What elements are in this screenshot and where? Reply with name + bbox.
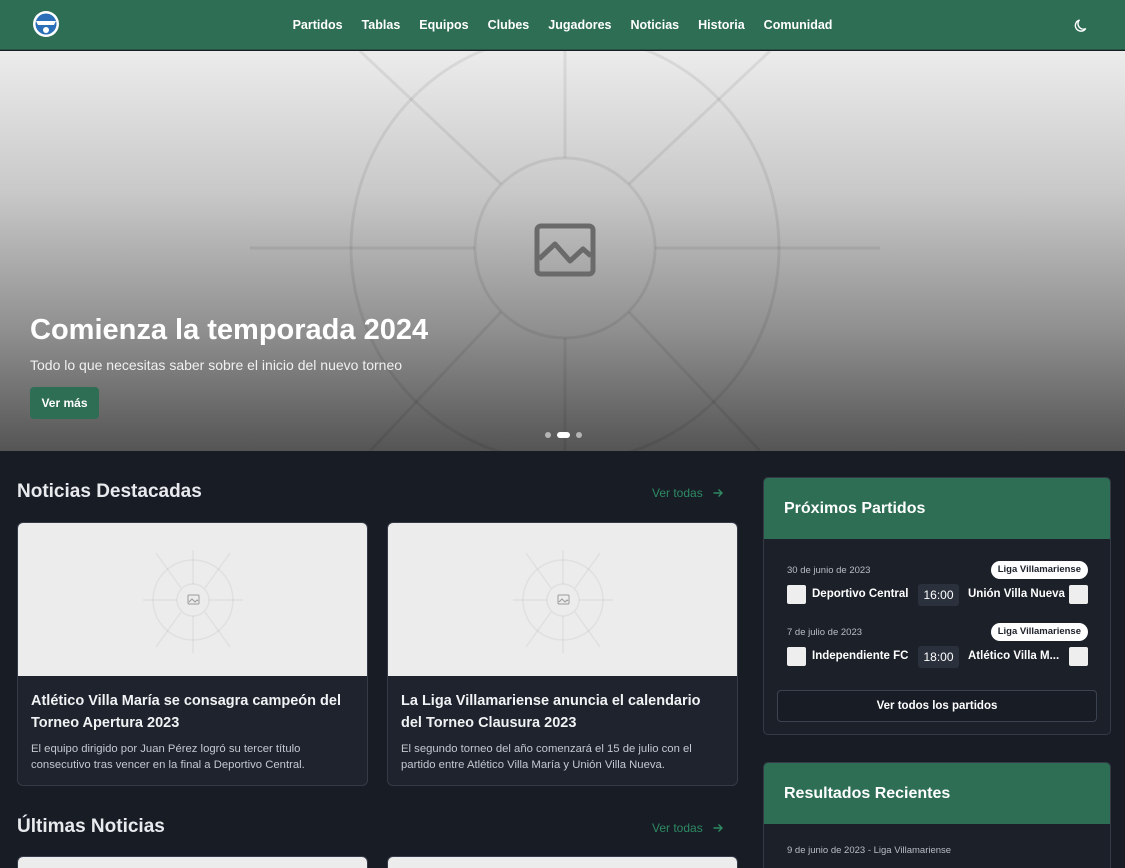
- carousel-indicators: [545, 432, 582, 438]
- main-nav: Partidos Tablas Equipos Clubes Jugadores…: [0, 0, 1125, 50]
- panel-title: Resultados Recientes: [784, 785, 951, 802]
- nav-partidos[interactable]: Partidos: [283, 18, 352, 32]
- hero-subtitle: Todo lo que necesitas saber sobre el ini…: [30, 357, 403, 373]
- hero-title: Comienza la temporada 2024: [30, 314, 429, 346]
- away-team: Unión Villa Nueva: [968, 588, 1065, 600]
- news-card-excerpt: El equipo dirigido por Juan Pérez logró …: [31, 743, 305, 771]
- image-placeholder-icon: [143, 550, 243, 653]
- carousel-dot-1[interactable]: [545, 432, 551, 438]
- match-time: 16:00: [918, 584, 959, 606]
- moon-icon[interactable]: [1072, 15, 1092, 35]
- team-crest-icon: [1069, 585, 1088, 604]
- nav-historia[interactable]: Historia: [689, 18, 755, 32]
- hero-placeholder-art: [250, 51, 880, 451]
- hero-more-button[interactable]: Ver más: [30, 387, 99, 419]
- recent-results-panel: Resultados Recientes 9 de junio de 2023 …: [763, 762, 1111, 868]
- home-team: Deportivo Central: [812, 588, 909, 600]
- panel-header: Resultados Recientes: [764, 763, 1110, 824]
- news-card[interactable]: Atlético Villa María se consagra campeón…: [17, 522, 368, 786]
- team-crest-icon: [1069, 647, 1088, 666]
- hero-carousel: Comienza la temporada 2024 Todo lo que n…: [0, 51, 1125, 451]
- arrow-right-icon: [713, 824, 723, 832]
- panel-header: Próximos Partidos: [764, 478, 1110, 539]
- news-card[interactable]: [387, 856, 738, 868]
- team-crest-icon: [787, 585, 806, 604]
- nav-comunidad[interactable]: Comunidad: [754, 18, 842, 32]
- league-badge: Liga Villamariense: [990, 623, 1088, 641]
- featured-news-title: Noticias Destacadas: [17, 481, 202, 502]
- nav-equipos[interactable]: Equipos: [410, 18, 478, 32]
- upcoming-matches-panel: Próximos Partidos 30 de junio de 2023 Li…: [763, 477, 1111, 735]
- news-card[interactable]: La Liga Villamariense anuncia el calenda…: [387, 522, 738, 786]
- image-placeholder-icon: [534, 223, 596, 277]
- panel-title: Próximos Partidos: [784, 500, 926, 517]
- top-navbar: Partidos Tablas Equipos Clubes Jugadores…: [0, 0, 1125, 50]
- news-card-title[interactable]: La Liga Villamariense anuncia el calenda…: [401, 690, 721, 734]
- news-card-image: [388, 857, 737, 868]
- away-team: Atlético Villa M...: [968, 650, 1060, 662]
- match-row[interactable]: 30 de junio de 2023 Liga Villamariense D…: [787, 561, 1088, 609]
- news-card-image: [388, 523, 737, 676]
- all-matches-button[interactable]: Ver todos los partidos: [777, 690, 1097, 722]
- latest-news-title: Últimas Noticias: [17, 816, 165, 837]
- match-date: 7 de julio de 2023: [787, 627, 863, 638]
- carousel-dot-2[interactable]: [557, 432, 570, 438]
- image-placeholder-icon: [513, 550, 613, 653]
- nav-clubes[interactable]: Clubes: [478, 18, 539, 32]
- see-all-label: Ver todas: [652, 486, 703, 500]
- news-card[interactable]: [17, 856, 368, 868]
- match-time: 18:00: [918, 646, 959, 668]
- match-date: 30 de junio de 2023: [787, 565, 871, 576]
- news-card-image: [18, 857, 367, 868]
- team-crest-icon: [787, 647, 806, 666]
- latest-see-all-link[interactable]: Ver todas: [652, 821, 724, 835]
- nav-jugadores[interactable]: Jugadores: [539, 18, 621, 32]
- news-card-excerpt: El segundo torneo del año comenzará el 1…: [401, 743, 692, 771]
- nav-tablas[interactable]: Tablas: [352, 18, 410, 32]
- news-card-image: [18, 523, 367, 676]
- nav-noticias[interactable]: Noticias: [621, 18, 689, 32]
- featured-see-all-link[interactable]: Ver todas: [652, 486, 724, 500]
- home-team: Independiente FC: [812, 650, 909, 662]
- result-date-league: 9 de junio de 2023 - Liga Villamariense: [787, 845, 952, 856]
- see-all-label: Ver todas: [652, 821, 703, 835]
- league-badge: Liga Villamariense: [990, 561, 1088, 579]
- news-card-title[interactable]: Atlético Villa María se consagra campeón…: [31, 690, 351, 734]
- arrow-right-icon: [713, 489, 723, 497]
- carousel-dot-3[interactable]: [576, 432, 582, 438]
- match-row[interactable]: 7 de julio de 2023 Liga Villamariense In…: [787, 623, 1088, 671]
